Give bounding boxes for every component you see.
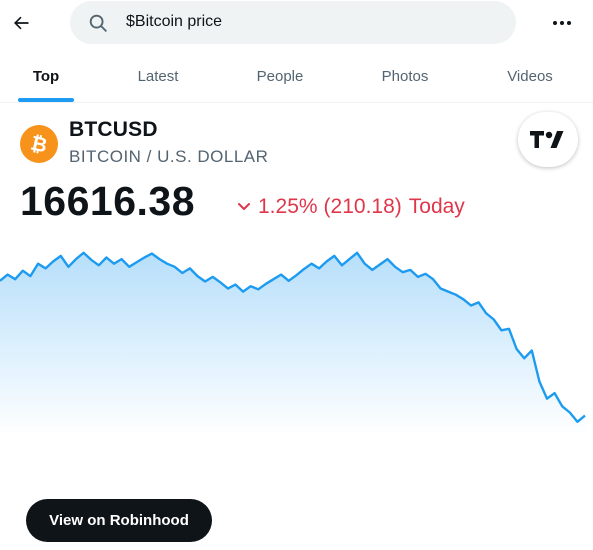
pair-name: BITCOIN / U.S. DOLLAR [69, 147, 269, 166]
chevron-down-icon [238, 203, 250, 210]
current-price: 16616.38 [20, 178, 196, 224]
price-chart [0, 251, 586, 436]
search-input[interactable]: $Bitcoin price [126, 13, 222, 31]
more-horizontal-icon [553, 21, 571, 25]
change-percent: 1.25% [258, 195, 318, 218]
top-bar: $Bitcoin price [0, 0, 593, 46]
tab-photos[interactable]: Photos [355, 50, 455, 102]
arrow-left-icon [14, 16, 29, 30]
search-icon [89, 14, 107, 32]
change-period: Today [408, 195, 465, 218]
tradingview-button[interactable] [518, 112, 578, 167]
tab-videos[interactable]: Videos [480, 50, 580, 102]
search-tabs: Top Latest People Photos Videos [0, 50, 593, 103]
search-box[interactable]: $Bitcoin price [70, 1, 516, 44]
tab-top[interactable]: Top [0, 50, 92, 102]
tab-latest[interactable]: Latest [110, 50, 206, 102]
back-button[interactable] [4, 6, 38, 40]
ticker-symbol: BTCUSD [69, 118, 158, 141]
bitcoin-icon: ₿ [20, 125, 58, 163]
active-tab-indicator [18, 98, 74, 102]
view-on-robinhood-button[interactable]: View on Robinhood [26, 499, 212, 542]
price-change: 1.25% (210.18) Today [236, 195, 465, 219]
more-button[interactable] [545, 8, 579, 38]
tab-people[interactable]: People [230, 50, 330, 102]
chart-area-fill [0, 252, 585, 436]
tradingview-logo-icon [530, 130, 564, 148]
change-amount: (210.18) [323, 195, 402, 218]
